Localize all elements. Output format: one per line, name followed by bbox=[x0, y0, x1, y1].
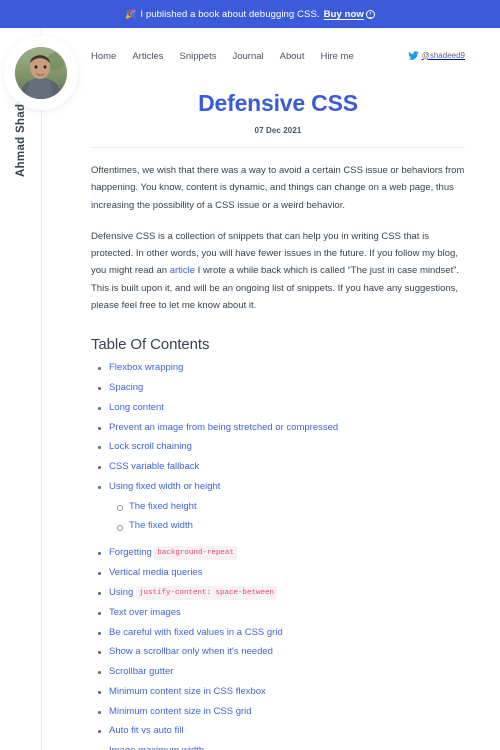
avatar-image bbox=[15, 47, 67, 99]
toc-link[interactable]: Auto fit vs auto fill bbox=[109, 725, 183, 736]
toc-link[interactable]: Using bbox=[109, 587, 133, 598]
toc-item[interactable]: CSS variable fallback bbox=[91, 460, 465, 474]
nav-item-articles[interactable]: Articles bbox=[132, 46, 163, 64]
left-rail: Ahmad Shadeed bbox=[0, 28, 73, 750]
buy-now-label: Buy now bbox=[323, 8, 364, 20]
nav-item-hire-me[interactable]: Hire me bbox=[320, 46, 353, 64]
toc-link[interactable]: Long content bbox=[109, 402, 164, 413]
toc-link[interactable]: Vertical media queries bbox=[109, 567, 202, 578]
inline-code-badge: justify-content: space-between bbox=[135, 586, 277, 601]
toc-link[interactable]: The fixed height bbox=[129, 501, 197, 512]
toc-link[interactable]: Spacing bbox=[109, 382, 143, 393]
promo-banner-text: I published a book about debugging CSS. bbox=[140, 8, 320, 20]
nav-item-home[interactable]: Home bbox=[91, 46, 116, 64]
toc-link[interactable]: Minimum content size in CSS grid bbox=[109, 706, 252, 717]
avatar[interactable] bbox=[9, 41, 73, 105]
nav-item-about[interactable]: About bbox=[280, 46, 305, 64]
inline-code-badge: background-repeat bbox=[154, 546, 237, 561]
toc-link[interactable]: Show a scrollbar only when it's needed bbox=[109, 646, 273, 657]
toc-link[interactable]: The fixed width bbox=[129, 520, 193, 531]
toc-item[interactable]: Minimum content size in CSS flexbox bbox=[91, 685, 465, 699]
page-title: Defensive CSS bbox=[198, 90, 358, 116]
toc-item[interactable]: Flexbox wrapping bbox=[91, 361, 465, 375]
toc-link[interactable]: Prevent an image from being stretched or… bbox=[109, 422, 338, 433]
twitter-icon bbox=[408, 50, 419, 60]
toc-item[interactable]: Vertical media queries bbox=[91, 566, 465, 580]
toc-item[interactable]: Auto fit vs auto fill bbox=[91, 724, 465, 738]
buy-now-link[interactable]: Buy now › bbox=[324, 9, 375, 20]
nav-link-articles[interactable]: Articles bbox=[132, 51, 163, 62]
toc-link[interactable]: Scrollbar gutter bbox=[109, 666, 173, 677]
nav-item-journal[interactable]: Journal bbox=[232, 46, 263, 64]
content-column: Home Articles Snippets Journal About Hir… bbox=[42, 28, 500, 750]
intro-paragraph-1: Oftentimes, we wish that there was a way… bbox=[91, 165, 465, 211]
nav-link-snippets[interactable]: Snippets bbox=[180, 51, 217, 62]
table-of-contents: Flexbox wrapping Spacing Long content Preve… bbox=[91, 361, 465, 750]
header-divider bbox=[91, 147, 465, 148]
party-popper-icon: 🎉 bbox=[125, 8, 137, 19]
intro-paragraph-2: Defensive CSS is a collection of snippet… bbox=[91, 228, 465, 314]
toc-item[interactable]: Image maximum width bbox=[91, 744, 465, 750]
nav-link-hire-me[interactable]: Hire me bbox=[320, 51, 353, 62]
nav-item-snippets[interactable]: Snippets bbox=[180, 46, 217, 64]
chevron-right-circle-icon: › bbox=[365, 9, 375, 19]
twitter-link[interactable]: @shadeed9 bbox=[408, 50, 465, 61]
nav-links: Home Articles Snippets Journal About Hir… bbox=[91, 46, 354, 64]
toc-link[interactable]: Text over images bbox=[109, 607, 181, 618]
toc-item[interactable]: Minimum content size in CSS grid bbox=[91, 705, 465, 719]
toc-heading: Table Of Contents bbox=[91, 336, 210, 354]
page-root: Ahmad Shadeed Home Articles Snippets Jou… bbox=[0, 28, 500, 750]
toc-link[interactable]: Flexbox wrapping bbox=[109, 362, 183, 373]
toc-item[interactable]: Text over images bbox=[91, 606, 465, 620]
avatar-photo bbox=[15, 47, 67, 99]
promo-banner: 🎉 I published a book about debugging CSS… bbox=[0, 0, 500, 28]
toc-link[interactable]: Image maximum width bbox=[109, 745, 204, 750]
toc-link[interactable]: Lock scroll chaining bbox=[109, 441, 192, 452]
toc-link[interactable]: Forgetting bbox=[109, 547, 152, 558]
toc-item[interactable]: Lock scroll chaining bbox=[91, 440, 465, 454]
toc-item[interactable]: Using fixed width or height bbox=[91, 480, 465, 494]
nav-link-about[interactable]: About bbox=[280, 51, 305, 62]
toc-link[interactable]: Be careful with fixed values in a CSS gr… bbox=[109, 627, 283, 638]
toc-item[interactable]: Prevent an image from being stretched or… bbox=[91, 421, 465, 435]
main-navigation: Home Articles Snippets Journal About Hir… bbox=[91, 28, 465, 74]
toc-link[interactable]: Using fixed width or height bbox=[109, 481, 220, 492]
toc-item[interactable]: Scrollbar gutter bbox=[91, 665, 465, 679]
toc-item[interactable]: The fixed width bbox=[91, 519, 465, 533]
toc-item[interactable]: Long content bbox=[91, 401, 465, 415]
nav-link-home[interactable]: Home bbox=[91, 51, 116, 62]
post-date: 07 Dec 2021 bbox=[254, 126, 302, 135]
toc-item[interactable]: The fixed height bbox=[91, 500, 465, 514]
article-inline-link[interactable]: article bbox=[170, 265, 195, 276]
toc-item[interactable]: Spacing bbox=[91, 381, 465, 395]
toc-item[interactable]: Show a scrollbar only when it's needed bbox=[91, 645, 465, 659]
toc-link[interactable]: CSS variable fallback bbox=[109, 461, 199, 472]
toc-link[interactable]: Minimum content size in CSS flexbox bbox=[109, 686, 266, 697]
twitter-handle: @shadeed9 bbox=[421, 50, 465, 60]
nav-link-journal[interactable]: Journal bbox=[232, 51, 263, 62]
toc-item[interactable]: Using justify-content: space-between bbox=[91, 586, 465, 601]
toc-item[interactable]: Be careful with fixed values in a CSS gr… bbox=[91, 626, 465, 640]
toc-item[interactable]: Forgetting background-repeat bbox=[91, 546, 465, 561]
